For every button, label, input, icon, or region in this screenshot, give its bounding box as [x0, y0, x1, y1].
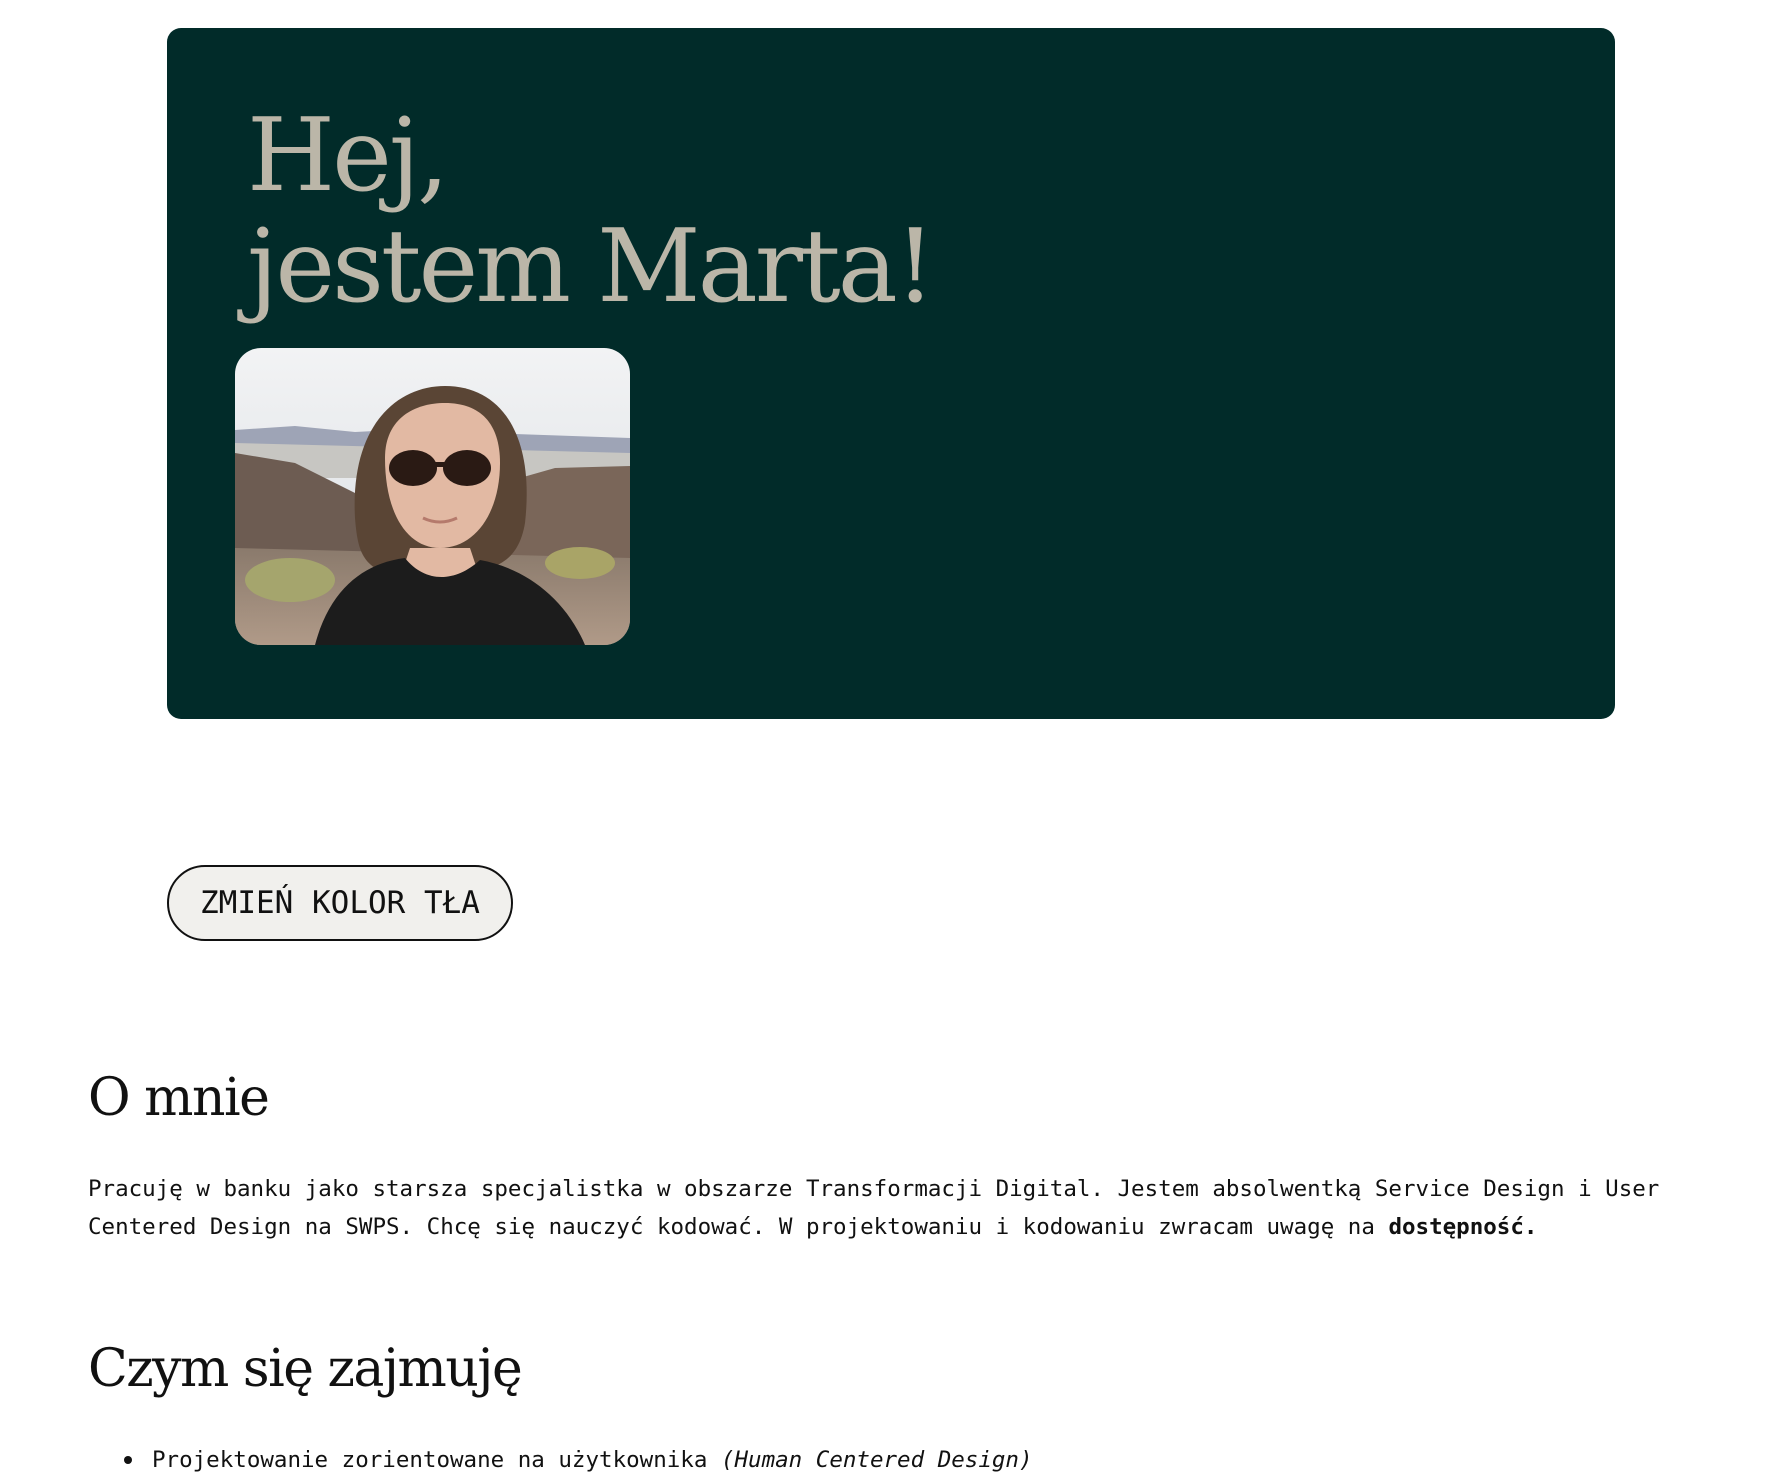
list-item-italic: (Human Centered Design) [720, 1447, 1033, 1473]
about-line-1: Pracuję w banku jako starsza specjalistk… [88, 1176, 1660, 1202]
hero-title: Hej, jestem Marta! [247, 96, 935, 325]
work-list: Projektowanie zorientowane na użytkownik… [88, 1441, 1033, 1479]
about-paragraph: Pracuję w banku jako starsza specjalistk… [88, 1170, 1660, 1246]
hero-banner: Hej, jestem Marta! [167, 28, 1615, 719]
work-heading: Czym się zajmuję [88, 1339, 523, 1399]
profile-photo [235, 348, 630, 645]
about-line-2-text: Centered Design na SWPS. Chcę się nauczy… [88, 1214, 1389, 1240]
list-item-text: Projektowanie zorientowane na użytkownik… [152, 1447, 721, 1473]
change-background-color-button[interactable]: ZMIEŃ KOLOR TŁA [167, 865, 513, 941]
bullet-icon [124, 1456, 132, 1464]
hero-title-line-1: Hej, [247, 96, 449, 214]
hero-title-line-2: jestem Marta! [247, 207, 935, 325]
accessibility-emphasis: dostępność. [1388, 1214, 1538, 1240]
about-heading: O mnie [88, 1068, 270, 1128]
about-line-2: Centered Design na SWPS. Chcę się nauczy… [88, 1208, 1648, 1246]
list-item: Projektowanie zorientowane na użytkownik… [88, 1441, 1033, 1479]
